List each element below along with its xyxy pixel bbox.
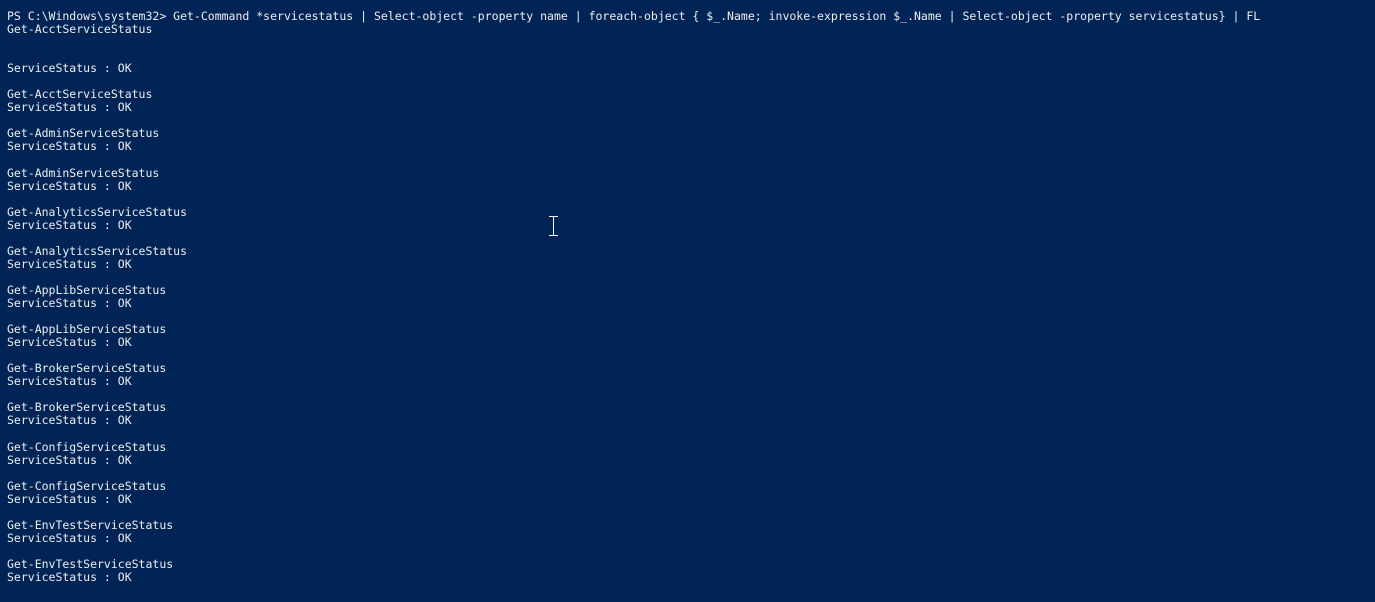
console-cmdlet-name-line: Get-EnvTestServiceStatus	[7, 556, 174, 571]
console-servicestatus-line: ServiceStatus : OK	[7, 217, 132, 232]
console-cmdlet-name-line: Get-AppLibServiceStatus	[7, 322, 167, 337]
console-servicestatus-line: ServiceStatus : OK	[7, 491, 132, 506]
console-cmdlet-name-line: Get-ConfigServiceStatus	[7, 439, 167, 454]
console-servicestatus-line: ServiceStatus : OK	[7, 100, 132, 115]
console-cmdlet-name-line: Get-BrokerServiceStatus	[7, 361, 167, 376]
console-cmdlet-name-line: Get-BrokerServiceStatus	[7, 400, 167, 415]
console-cmdlet-name-line: Get-AnalyticsServiceStatus	[7, 204, 188, 219]
console-cmdlet-name-line: Get-AdminServiceStatus	[7, 165, 160, 180]
console-servicestatus-line: ServiceStatus : OK	[7, 335, 132, 350]
console-servicestatus-line: ServiceStatus : OK	[7, 413, 132, 428]
console-servicestatus-line: ServiceStatus : OK	[7, 296, 132, 311]
console-output-buffer[interactable]: PS C:\Windows\system32> Get-Command *ser…	[7, 9, 1375, 585]
console-command-line: PS C:\Windows\system32> Get-Command *ser…	[7, 9, 1261, 23]
console-cmdlet-name-line: Get-ConfigServiceStatus	[7, 478, 167, 493]
console-servicestatus-line: ServiceStatus : OK	[7, 530, 132, 545]
console-servicestatus-line: ServiceStatus : OK	[7, 256, 132, 271]
console-cmdlet-name-line: Get-AppLibServiceStatus	[7, 282, 167, 297]
console-servicestatus-line: ServiceStatus : OK	[7, 452, 132, 467]
console-servicestatus-line: ServiceStatus : OK	[7, 374, 132, 389]
console-servicestatus-line: ServiceStatus : OK	[7, 61, 132, 76]
console-cmdlet-name-line: Get-AdminServiceStatus	[7, 126, 160, 141]
console-cmdlet-name-line: Get-AcctServiceStatus	[7, 87, 153, 102]
console-servicestatus-line: ServiceStatus : OK	[7, 570, 132, 585]
console-servicestatus-line: ServiceStatus : OK	[7, 178, 132, 193]
console-cmdlet-name-line: Get-EnvTestServiceStatus	[7, 517, 174, 532]
console-servicestatus-line: ServiceStatus : OK	[7, 139, 132, 154]
console-cmdlet-name-line: Get-AnalyticsServiceStatus	[7, 243, 188, 258]
powershell-console-window[interactable]: PS C:\Windows\system32> Get-Command *ser…	[0, 0, 1375, 602]
console-cmdlet-name-line: Get-AcctServiceStatus	[7, 22, 153, 37]
